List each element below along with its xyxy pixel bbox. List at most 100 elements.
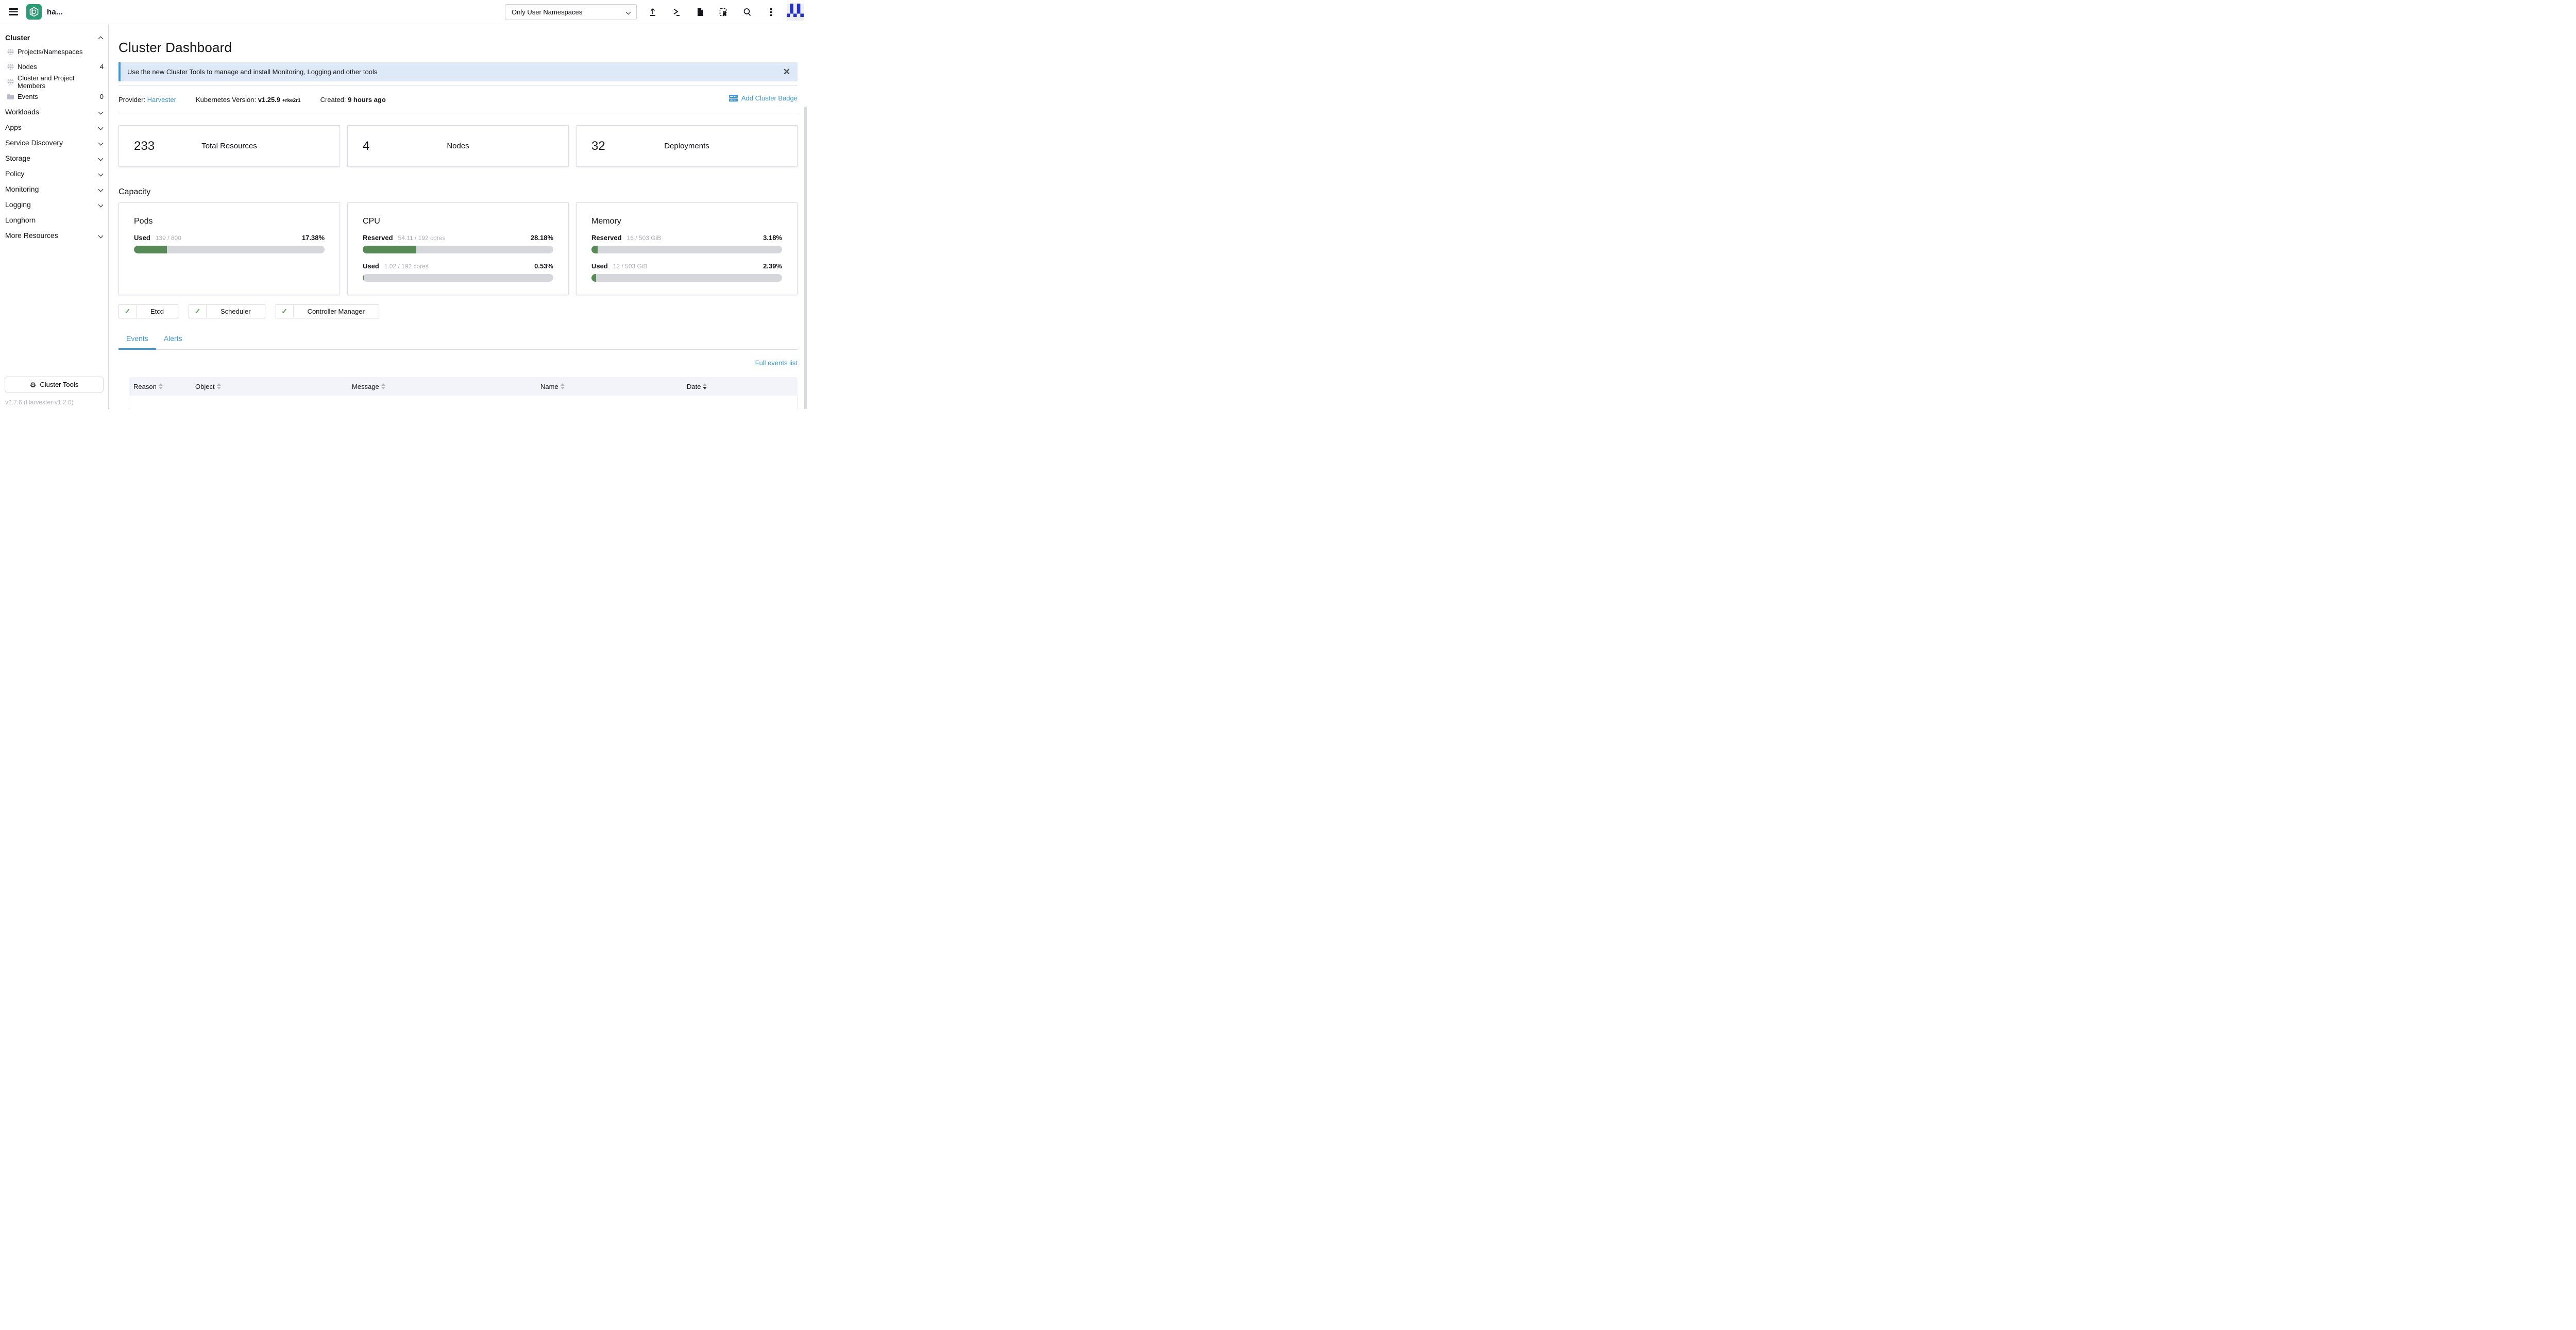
full-events-row: Full events list [118, 359, 798, 367]
sidebar-item-count: 0 [100, 93, 104, 100]
progress-bar-fill [591, 274, 596, 282]
vertical-scrollbar[interactable] [804, 107, 807, 409]
sort-icon [381, 383, 385, 389]
sidebar-item-label: Events [18, 93, 38, 100]
check-icon: ✓ [189, 305, 207, 318]
capacity-row-percent: 3.18% [763, 234, 782, 242]
cluster-meta-row: Provider: Harvester Kubernetes Version: … [118, 94, 798, 104]
add-cluster-badge-label[interactable]: Add Cluster Badge [741, 94, 798, 102]
sort-icon [217, 383, 221, 389]
chevron-down-icon [98, 140, 104, 145]
sidebar-group-monitoring[interactable]: Monitoring [0, 181, 108, 197]
banner-message: Use the new Cluster Tools to manage and … [127, 68, 783, 76]
cluster-tools-button[interactable]: ⚙ Cluster Tools [5, 377, 104, 393]
tab-events[interactable]: Events [118, 334, 156, 350]
badge-icon [729, 94, 738, 102]
cluster-name[interactable]: ha... [47, 8, 63, 16]
sidebar-nav: Cluster Projects/Namespaces Nodes 4 Clus… [0, 24, 109, 409]
chevron-down-icon [98, 156, 104, 161]
namespace-filter-value: Only User Namespaces [512, 8, 626, 16]
tab-alerts[interactable]: Alerts [156, 334, 190, 350]
top-header: ha... Only User Namespaces [0, 0, 808, 24]
close-icon[interactable]: ✕ [783, 67, 790, 76]
chevron-up-icon [98, 35, 104, 40]
capacity-row-percent: 17.38% [302, 234, 325, 242]
capacity-row: Used 139 / 800 17.38% [134, 234, 325, 242]
capacity-row-label: Reserved [363, 234, 393, 242]
sidebar-group-label: Longhorn [5, 216, 36, 224]
sort-icon [159, 383, 163, 389]
provider-label: Provider: [118, 96, 145, 104]
sidebar-section-cluster[interactable]: Cluster [0, 31, 108, 44]
progress-bar-fill [591, 246, 598, 253]
component-status-etcd: ✓ Etcd [118, 304, 178, 318]
add-cluster-badge-link[interactable]: Add Cluster Badge [729, 94, 798, 102]
sidebar-group-policy[interactable]: Policy [0, 166, 108, 181]
kubernetes-version-meta: Kubernetes Version: v1.25.9 +rke2r1 [196, 96, 301, 104]
user-avatar[interactable] [787, 4, 804, 21]
search-icon[interactable] [743, 8, 752, 16]
capacity-row: Reserved 16 / 503 GiB 3.18% [591, 234, 782, 242]
stat-label: Deployments [577, 142, 797, 150]
events-alerts-tabs: Events Alerts [118, 334, 798, 350]
full-events-list-link[interactable]: Full events list [755, 359, 798, 367]
chevron-down-icon [98, 125, 104, 130]
column-header-message[interactable]: Message [352, 383, 540, 390]
sidebar-group-label: Monitoring [5, 185, 39, 193]
column-label: Reason [133, 383, 157, 390]
globe-icon [7, 48, 14, 55]
capacity-row-percent: 0.53% [534, 262, 553, 270]
kebab-menu-icon[interactable] [767, 8, 775, 16]
sidebar-group-more-resources[interactable]: More Resources [0, 228, 108, 243]
cluster-tools-banner: Use the new Cluster Tools to manage and … [118, 62, 798, 81]
sidebar-group-storage[interactable]: Storage [0, 150, 108, 166]
progress-bar [134, 246, 325, 253]
provider-link[interactable]: Harvester [147, 96, 176, 104]
created-label: Created: [320, 96, 346, 104]
column-header-reason[interactable]: Reason [133, 383, 195, 390]
copy-kubeconfig-icon[interactable] [719, 8, 728, 16]
capacity-row-detail: 16 / 503 GiB [627, 234, 662, 242]
sidebar-group-workloads[interactable]: Workloads [0, 104, 108, 120]
progress-bar-fill [363, 246, 416, 253]
sidebar-group-logging[interactable]: Logging [0, 197, 108, 212]
header-icons [648, 8, 775, 16]
capacity-row-percent: 28.18% [531, 234, 553, 242]
sidebar-item-projects-namespaces[interactable]: Projects/Namespaces [0, 44, 108, 59]
progress-bar-fill [363, 274, 364, 282]
hexagon-logo-icon [29, 7, 39, 17]
sidebar-item-nodes[interactable]: Nodes 4 [0, 59, 108, 74]
capacity-row-detail: 54.11 / 192 cores [398, 234, 446, 242]
column-header-object[interactable]: Object [195, 383, 352, 390]
created-value: 9 hours ago [348, 96, 386, 104]
globe-icon [7, 78, 14, 85]
harvester-logo[interactable] [26, 4, 42, 20]
kubectl-shell-icon[interactable] [672, 8, 681, 16]
sidebar-group-label: Apps [5, 123, 22, 131]
sidebar-item-label: Cluster and Project Members [18, 74, 104, 90]
provider-meta: Provider: Harvester [118, 96, 176, 104]
capacity-row-label: Used [591, 262, 608, 270]
component-label: Scheduler [207, 308, 265, 315]
component-label: Controller Manager [294, 308, 379, 315]
sidebar-item-cluster-and-project-members[interactable]: Cluster and Project Members [0, 74, 108, 89]
import-yaml-icon[interactable] [648, 8, 657, 16]
column-label: Message [352, 383, 379, 390]
stat-card-nodes: 4 Nodes [347, 125, 569, 167]
kubeconfig-file-icon[interactable] [696, 8, 704, 16]
capacity-row: Used 12 / 503 GiB 2.39% [591, 262, 782, 270]
sidebar-group-service-discovery[interactable]: Service Discovery [0, 135, 108, 150]
sidebar-item-events[interactable]: Events 0 [0, 89, 108, 104]
hamburger-menu-icon[interactable] [9, 7, 18, 17]
capacity-card-cpu: CPU Reserved 54.11 / 192 cores 28.18% Us… [347, 202, 569, 295]
chevron-down-icon [98, 186, 104, 192]
sidebar-group-longhorn[interactable]: Longhorn [0, 212, 108, 228]
progress-bar [363, 246, 553, 253]
sidebar-section-label: Cluster [5, 33, 30, 42]
sidebar-group-apps[interactable]: Apps [0, 120, 108, 135]
namespace-filter-select[interactable]: Only User Namespaces [505, 4, 637, 20]
column-header-name[interactable]: Name [540, 383, 687, 390]
column-header-date[interactable]: Date [687, 383, 798, 390]
chevron-down-icon [98, 202, 104, 207]
gear-icon: ⚙ [30, 381, 37, 388]
